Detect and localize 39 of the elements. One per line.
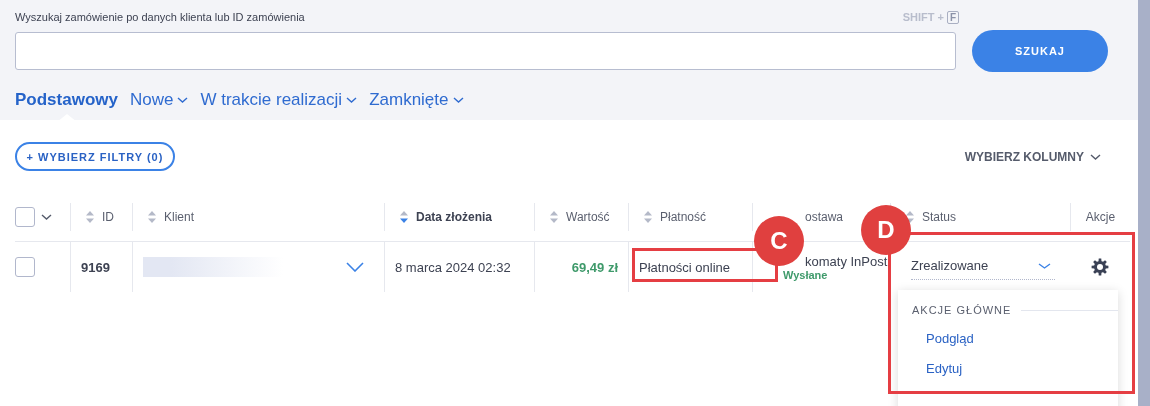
delivery-status: Wysłane [783, 268, 828, 281]
search-label: Wyszukaj zamówienie po danych klienta lub ID zamówienia [15, 11, 305, 23]
columns-button[interactable]: WYBIERZ KOLUMNY [964, 149, 1101, 164]
select-all-checkbox[interactable] [15, 207, 35, 227]
order-value: 69,49 zł [571, 259, 618, 275]
menu-item[interactable]: Podgląd [898, 331, 1118, 346]
row-checkbox[interactable] [15, 257, 35, 277]
menu-item[interactable]: Edytuj [898, 361, 1118, 376]
column-header[interactable]: Data złożenia [416, 210, 493, 224]
delivery-method: komaty InPost [805, 253, 888, 269]
chevron-down-icon [1090, 153, 1101, 160]
chevron-down-icon [1038, 262, 1051, 269]
column-header[interactable]: Status [922, 210, 957, 224]
column-header[interactable]: Klient [164, 210, 195, 224]
chevron-down-icon [41, 214, 52, 220]
tab[interactable]: Podstawowy [15, 89, 118, 111]
search-field[interactable] [15, 32, 956, 70]
column-header[interactable]: Płatność [660, 210, 707, 224]
tab[interactable]: Zamknięte [369, 89, 464, 111]
filter-button[interactable]: + WYBIERZ FILTRY (0) [15, 142, 175, 171]
shortcut-key: F [946, 10, 959, 24]
settings-icon[interactable] [1091, 258, 1109, 276]
column-header[interactable]: ID [102, 210, 114, 224]
scrollbar[interactable] [1138, 0, 1150, 406]
column-header[interactable]: ostawa [805, 210, 844, 224]
menu-heading: AKCJE GŁÓWNE [912, 304, 1012, 316]
annotation-badge: C [754, 216, 804, 266]
search-button[interactable]: SZUKAJ [972, 30, 1108, 72]
payment-method: Płatności online [639, 259, 731, 275]
order-date: 8 marca 2024 02:32 [395, 259, 511, 275]
status-dropdown[interactable]: Zrealizowane [911, 254, 1055, 280]
column-header[interactable]: Akcje [1085, 210, 1116, 224]
column-header[interactable]: Wartość [566, 210, 610, 224]
tab[interactable]: W trakcie realizacji [200, 89, 358, 111]
order-id: 9169 [81, 259, 110, 275]
chevron-down-icon[interactable] [346, 262, 364, 272]
tab[interactable]: Nowe [129, 89, 189, 111]
shortcut-hint: SHIFT + [902, 11, 944, 23]
annotation-badge: D [861, 205, 911, 255]
